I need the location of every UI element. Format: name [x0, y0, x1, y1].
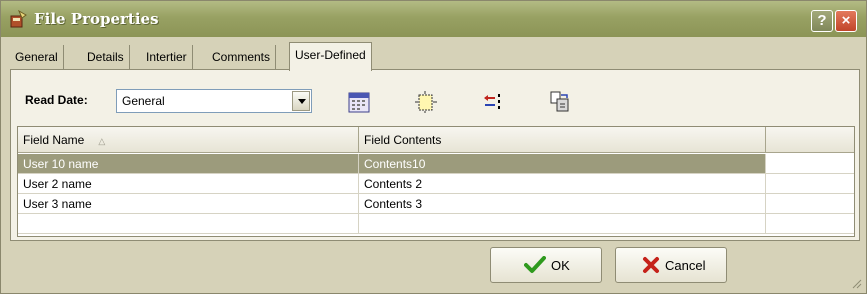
- user-fields-table[interactable]: Field Name △ Field Contents User 10 name …: [17, 126, 855, 237]
- field-name-cell[interactable]: User 2 name: [18, 174, 359, 194]
- table-row[interactable]: User 10 name Contents10: [18, 154, 854, 174]
- title-bar[interactable]: File Properties ? ×: [1, 1, 866, 37]
- column-header-field-contents[interactable]: Field Contents: [359, 127, 766, 153]
- cancel-label: Cancel: [665, 258, 706, 273]
- field-contents-cell[interactable]: Contents10: [359, 154, 766, 174]
- tab-user-defined[interactable]: User-Defined: [289, 42, 372, 71]
- tab-general[interactable]: General: [10, 45, 64, 70]
- tab-details[interactable]: Details: [82, 45, 130, 70]
- field-contents-cell[interactable]: Contents 3: [359, 194, 766, 214]
- ok-label: OK: [551, 258, 570, 273]
- checkmark-icon: [524, 256, 546, 273]
- read-date-value: General: [122, 94, 165, 108]
- field-name-cell[interactable]: User 3 name: [18, 194, 359, 214]
- table-row[interactable]: User 3 name Contents 3: [18, 194, 854, 214]
- file-properties-icon: [10, 10, 27, 28]
- column-header-label: Field Name: [23, 133, 85, 147]
- close-button[interactable]: ×: [835, 10, 857, 32]
- table-row-empty[interactable]: [18, 214, 854, 234]
- tab-strip: General Details Intertier Comments User-…: [10, 42, 860, 71]
- field-name-cell[interactable]: [18, 214, 359, 234]
- cancel-button[interactable]: Cancel: [615, 247, 727, 283]
- ok-button[interactable]: OK: [490, 247, 602, 283]
- sort-ascending-icon: △: [98, 136, 106, 146]
- move-icon[interactable]: [481, 90, 505, 114]
- field-name-cell[interactable]: User 10 name: [18, 154, 359, 174]
- column-header-empty[interactable]: [766, 127, 854, 153]
- column-header-field-name[interactable]: Field Name △: [18, 127, 359, 153]
- read-date-label: Read Date:: [25, 93, 88, 107]
- tab-comments[interactable]: Comments: [207, 45, 277, 70]
- resize-grip-icon[interactable]: [850, 277, 862, 289]
- tab-intertier[interactable]: Intertier: [141, 45, 193, 70]
- empty-cell: [766, 174, 854, 194]
- new-field-icon[interactable]: [414, 90, 438, 114]
- table-header: Field Name △ Field Contents: [18, 127, 854, 153]
- dialog-footer: OK Cancel: [1, 241, 866, 293]
- file-properties-window: File Properties ? × General Details Inte…: [0, 0, 867, 294]
- field-contents-cell[interactable]: Contents 2: [359, 174, 766, 194]
- empty-cell: [766, 194, 854, 214]
- table-row[interactable]: User 2 name Contents 2: [18, 174, 854, 194]
- read-date-select[interactable]: General: [116, 89, 312, 113]
- user-defined-panel: Read Date: General Field Name △ Field Co…: [10, 69, 860, 241]
- empty-cell: [766, 214, 854, 234]
- help-button[interactable]: ?: [811, 10, 833, 32]
- window-title: File Properties: [34, 10, 159, 28]
- field-contents-cell[interactable]: [359, 214, 766, 234]
- chevron-down-icon[interactable]: [292, 91, 310, 111]
- empty-cell: [766, 154, 854, 174]
- paste-icon[interactable]: [548, 90, 572, 114]
- calendar-icon[interactable]: [347, 90, 371, 114]
- cancel-x-icon: [643, 257, 659, 273]
